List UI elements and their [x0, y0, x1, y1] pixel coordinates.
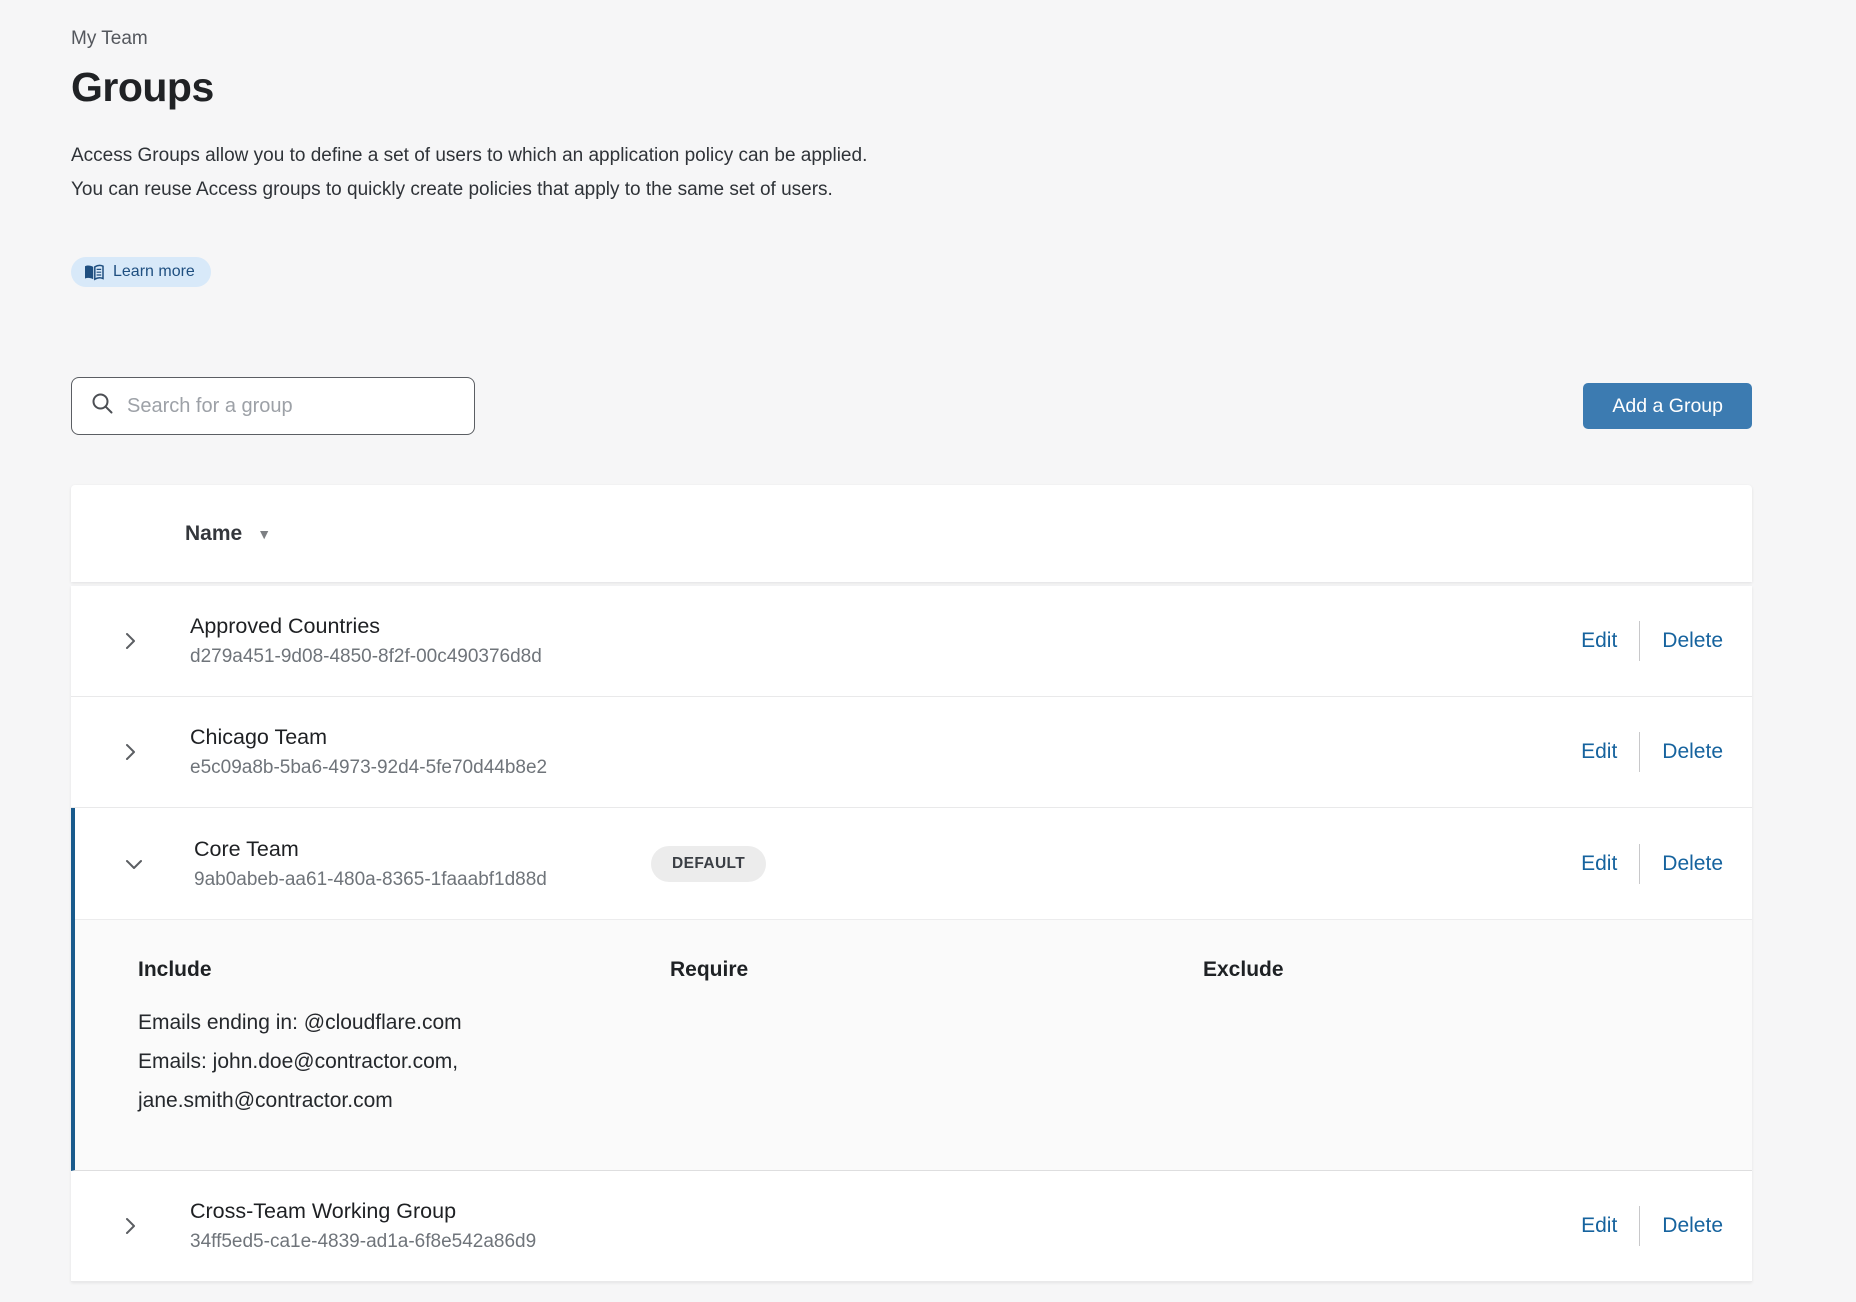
actions-divider — [1639, 732, 1640, 772]
group-row-approved-countries: Approved Countries d279a451-9d08-4850-8f… — [71, 586, 1752, 697]
group-id: 9ab0abeb-aa61-480a-8365-1faaabf1d88d — [194, 869, 651, 891]
description-line-1: Access Groups allow you to define a set … — [71, 139, 1752, 173]
include-column-header: Include — [138, 958, 670, 982]
edit-link[interactable]: Edit — [1581, 1214, 1617, 1238]
include-column: Include Emails ending in: @cloudflare.co… — [138, 958, 670, 1120]
require-column: Require — [670, 958, 1203, 1120]
group-name-block: Chicago Team e5c09a8b-5ba6-4973-92d4-5fe… — [190, 725, 547, 779]
page-title: Groups — [71, 64, 1752, 111]
expand-chevron-right-icon[interactable] — [117, 739, 143, 765]
row-actions: Edit Delete — [1581, 1206, 1723, 1246]
group-id: 34ff5ed5-ca1e-4839-ad1a-6f8e542a86d9 — [190, 1231, 536, 1253]
learn-more-button[interactable]: Learn more — [71, 257, 211, 287]
exclude-column: Exclude — [1203, 958, 1752, 1120]
book-icon — [84, 264, 104, 281]
edit-link[interactable]: Edit — [1581, 629, 1617, 653]
include-rule: Emails: john.doe@contractor.com, jane.sm… — [138, 1042, 518, 1120]
group-name-block: Cross-Team Working Group 34ff5ed5-ca1e-4… — [190, 1199, 536, 1253]
search-input[interactable] — [127, 395, 458, 418]
group-row-core-team: Core Team 9ab0abeb-aa61-480a-8365-1faaab… — [75, 808, 1752, 919]
row-actions: Edit Delete — [1581, 621, 1723, 661]
group-row-cross-team-working-group: Cross-Team Working Group 34ff5ed5-ca1e-4… — [71, 1171, 1752, 1282]
require-column-header: Require — [670, 958, 1203, 982]
delete-link[interactable]: Delete — [1662, 852, 1723, 876]
edit-link[interactable]: Edit — [1581, 740, 1617, 764]
group-name: Core Team — [194, 837, 651, 862]
page-description: Access Groups allow you to define a set … — [71, 139, 1752, 207]
delete-link[interactable]: Delete — [1662, 740, 1723, 764]
breadcrumb[interactable]: My Team — [71, 28, 1752, 50]
group-name-block: Core Team 9ab0abeb-aa61-480a-8365-1faaab… — [194, 837, 651, 891]
group-name: Cross-Team Working Group — [190, 1199, 536, 1224]
include-rule: Emails ending in: @cloudflare.com — [138, 1003, 518, 1042]
group-id: e5c09a8b-5ba6-4973-92d4-5fe70d44b8e2 — [190, 757, 547, 779]
name-column-header[interactable]: Name — [185, 522, 242, 546]
edit-link[interactable]: Edit — [1581, 852, 1617, 876]
group-row-core-team-expanded: Core Team 9ab0abeb-aa61-480a-8365-1faaab… — [71, 808, 1752, 1171]
expand-chevron-right-icon[interactable] — [117, 628, 143, 654]
delete-link[interactable]: Delete — [1662, 629, 1723, 653]
toolbar: Add a Group — [71, 377, 1752, 435]
groups-page: My Team Groups Access Groups allow you t… — [0, 0, 1856, 1282]
group-row-chicago-team: Chicago Team e5c09a8b-5ba6-4973-92d4-5fe… — [71, 697, 1752, 808]
group-name-block: Approved Countries d279a451-9d08-4850-8f… — [190, 614, 542, 668]
actions-divider — [1639, 621, 1640, 661]
search-icon — [91, 392, 114, 420]
sort-descending-icon[interactable]: ▼ — [257, 526, 271, 542]
exclude-column-header: Exclude — [1203, 958, 1752, 982]
row-actions: Edit Delete — [1581, 732, 1723, 772]
group-id: d279a451-9d08-4850-8f2f-00c490376d8d — [190, 646, 542, 668]
groups-table: Approved Countries d279a451-9d08-4850-8f… — [71, 586, 1752, 1282]
group-name: Chicago Team — [190, 725, 547, 750]
actions-divider — [1639, 1206, 1640, 1246]
group-name: Approved Countries — [190, 614, 542, 639]
description-line-2: You can reuse Access groups to quickly c… — [71, 173, 1752, 207]
include-rules: Emails ending in: @cloudflare.com Emails… — [138, 1003, 518, 1120]
learn-more-label: Learn more — [113, 263, 195, 281]
actions-divider — [1639, 844, 1640, 884]
default-badge: DEFAULT — [651, 846, 766, 882]
expand-chevron-right-icon[interactable] — [117, 1213, 143, 1239]
delete-link[interactable]: Delete — [1662, 1214, 1723, 1238]
table-header: Name ▼ — [71, 485, 1752, 582]
search-box — [71, 377, 475, 435]
collapse-chevron-down-icon[interactable] — [121, 851, 147, 877]
add-group-button[interactable]: Add a Group — [1583, 383, 1752, 429]
group-detail-panel: Include Emails ending in: @cloudflare.co… — [75, 919, 1752, 1170]
row-actions: Edit Delete — [1581, 844, 1723, 884]
